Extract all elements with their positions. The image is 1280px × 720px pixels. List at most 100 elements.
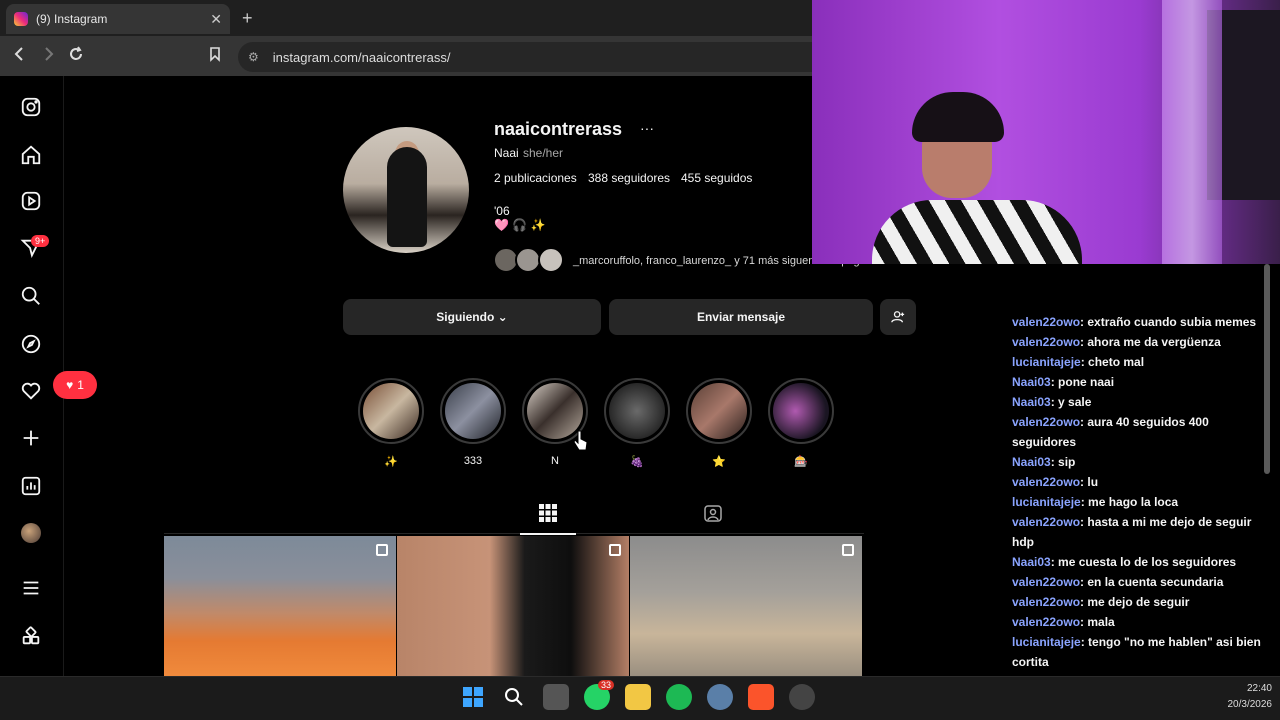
chat-message: valen22owo: lu xyxy=(1012,472,1268,492)
highlight-label: 🎰 xyxy=(794,456,808,468)
posts-count: 2 publicaciones xyxy=(494,171,577,185)
address-bar[interactable]: ⚙ instagram.com/naaicontrerass/ xyxy=(238,42,838,72)
chat-message: Naai03: y sale xyxy=(1012,392,1268,412)
chat-text: me cuesta lo de los seguidores xyxy=(1058,555,1237,569)
bookmark-icon[interactable] xyxy=(207,46,223,67)
post-thumbnail[interactable] xyxy=(630,536,862,676)
reload-icon[interactable] xyxy=(68,46,84,67)
chat-text: me hago la loca xyxy=(1088,495,1179,509)
stream-chat: valen22owo: extraño cuando subia memes va… xyxy=(1012,312,1268,672)
spotify-icon[interactable] xyxy=(666,684,692,710)
chat-message: Naai03: pone naai xyxy=(1012,372,1268,392)
also-from-meta-icon[interactable] xyxy=(19,624,43,648)
taskbar-time[interactable]: 22:40 xyxy=(1226,683,1272,694)
followers-count[interactable]: 388 seguidores xyxy=(588,171,670,185)
chat-username: valen22owo xyxy=(1012,475,1081,489)
browser-tab[interactable]: (9) Instagram ✕ xyxy=(6,4,230,34)
forward-icon[interactable] xyxy=(40,46,56,67)
scrollbar-thumb[interactable] xyxy=(1264,264,1270,474)
following-button[interactable]: Siguiendo ⌄ xyxy=(343,299,601,335)
chat-username: lucianitajeje xyxy=(1012,495,1081,509)
carousel-icon xyxy=(842,544,854,556)
highlight-1[interactable] xyxy=(358,378,424,444)
create-icon[interactable] xyxy=(19,426,43,450)
chat-scrollbar[interactable] xyxy=(1262,264,1272,674)
webcam-overlay xyxy=(812,0,1280,264)
chat-text: cheto mal xyxy=(1088,355,1145,369)
chat-message: valen22owo: en la cuenta secundaria xyxy=(1012,572,1268,592)
profile-pronouns: she/her xyxy=(523,146,564,160)
heart-icon: ♥ xyxy=(66,378,74,392)
post-thumbnail[interactable] xyxy=(164,536,396,676)
chat-username: Naai03 xyxy=(1012,395,1051,409)
chat-message: valen22owo: aura 40 seguidos 400 seguido… xyxy=(1012,412,1268,452)
dashboard-icon[interactable] xyxy=(19,474,43,498)
tagged-icon[interactable] xyxy=(703,503,725,525)
notification-count: 1 xyxy=(77,378,84,392)
tabs-divider xyxy=(164,533,864,534)
explore-icon[interactable] xyxy=(19,332,43,356)
chat-separator: : xyxy=(1050,455,1059,469)
brave-browser-icon[interactable] xyxy=(748,684,774,710)
reels-icon[interactable] xyxy=(19,189,43,213)
profile-picture[interactable] xyxy=(343,127,469,253)
chat-text: me dejo de seguir xyxy=(1087,595,1190,609)
post-thumbnail[interactable] xyxy=(397,536,629,676)
person-add-icon[interactable] xyxy=(880,299,916,335)
settings-gear-icon[interactable] xyxy=(707,684,733,710)
posts-grid-icon[interactable] xyxy=(538,503,560,525)
chat-username: Naai03 xyxy=(1012,555,1051,569)
highlight-label: ✨ xyxy=(384,456,398,468)
send-message-button[interactable]: Enviar mensaje xyxy=(609,299,873,335)
url-text: instagram.com/naaicontrerass/ xyxy=(272,49,451,65)
tab-close-icon[interactable]: ✕ xyxy=(210,11,222,28)
profile-avatar-icon[interactable] xyxy=(21,523,41,543)
site-settings-icon[interactable]: ⚙ xyxy=(248,50,259,64)
chat-message: Naai03: me cuesta lo de los seguidores xyxy=(1012,552,1268,572)
chat-text: sip xyxy=(1058,455,1076,469)
webcam-shirt xyxy=(872,200,1082,264)
mutual-avatar[interactable] xyxy=(538,247,564,273)
notification-pill[interactable]: ♥ 1 xyxy=(53,371,97,399)
windows-start-icon[interactable] xyxy=(460,684,486,710)
chat-username: valen22owo xyxy=(1012,415,1081,429)
mouse-cursor-icon xyxy=(573,430,588,452)
chat-username: valen22owo xyxy=(1012,615,1081,629)
chat-message: valen22owo: ahora me da vergüenza xyxy=(1012,332,1268,352)
highlight-5[interactable] xyxy=(686,378,752,444)
menu-icon[interactable] xyxy=(19,576,43,600)
bio-line-2: 🩷 🎧 ✨ xyxy=(494,218,546,232)
chat-username: valen22owo xyxy=(1012,335,1081,349)
carousel-icon xyxy=(376,544,388,556)
notifications-heart-icon[interactable] xyxy=(19,379,43,403)
more-options-icon[interactable]: ··· xyxy=(640,120,654,136)
chat-message: lucianitajeje: cheto mal xyxy=(1012,352,1268,372)
chat-text: y sale xyxy=(1058,395,1092,409)
app-icon[interactable] xyxy=(789,684,815,710)
chat-message: valen22owo: me dejo de seguir xyxy=(1012,592,1268,612)
chat-username: valen22owo xyxy=(1012,315,1081,329)
highlight-4[interactable] xyxy=(604,378,670,444)
chat-separator: : xyxy=(1080,355,1089,369)
highlight-6[interactable] xyxy=(768,378,834,444)
search-icon[interactable] xyxy=(19,284,43,308)
following-count[interactable]: 455 seguidos xyxy=(681,171,752,185)
back-icon[interactable] xyxy=(12,46,28,67)
taskbar-date[interactable]: 20/3/2026 xyxy=(1196,699,1273,710)
profile-username: naaicontrerass xyxy=(494,119,623,139)
webcam-hair xyxy=(912,92,1004,142)
highlight-label: 333 xyxy=(463,455,483,467)
chat-text: ahora me da vergüenza xyxy=(1087,335,1221,349)
highlight-2[interactable] xyxy=(440,378,506,444)
task-view-icon[interactable] xyxy=(543,684,569,710)
tab-title: (9) Instagram xyxy=(36,12,108,26)
chat-message: lucianitajeje: tengo "no me hablen" asi … xyxy=(1012,632,1268,672)
home-icon[interactable] xyxy=(19,143,43,167)
new-tab-button[interactable]: + xyxy=(242,8,253,29)
chat-separator: : xyxy=(1080,635,1089,649)
instagram-logo-icon[interactable] xyxy=(19,95,43,119)
chat-text: en la cuenta secundaria xyxy=(1087,575,1224,589)
taskbar-search-icon[interactable] xyxy=(501,684,527,710)
file-explorer-icon[interactable] xyxy=(625,684,651,710)
chat-username: valen22owo xyxy=(1012,595,1081,609)
